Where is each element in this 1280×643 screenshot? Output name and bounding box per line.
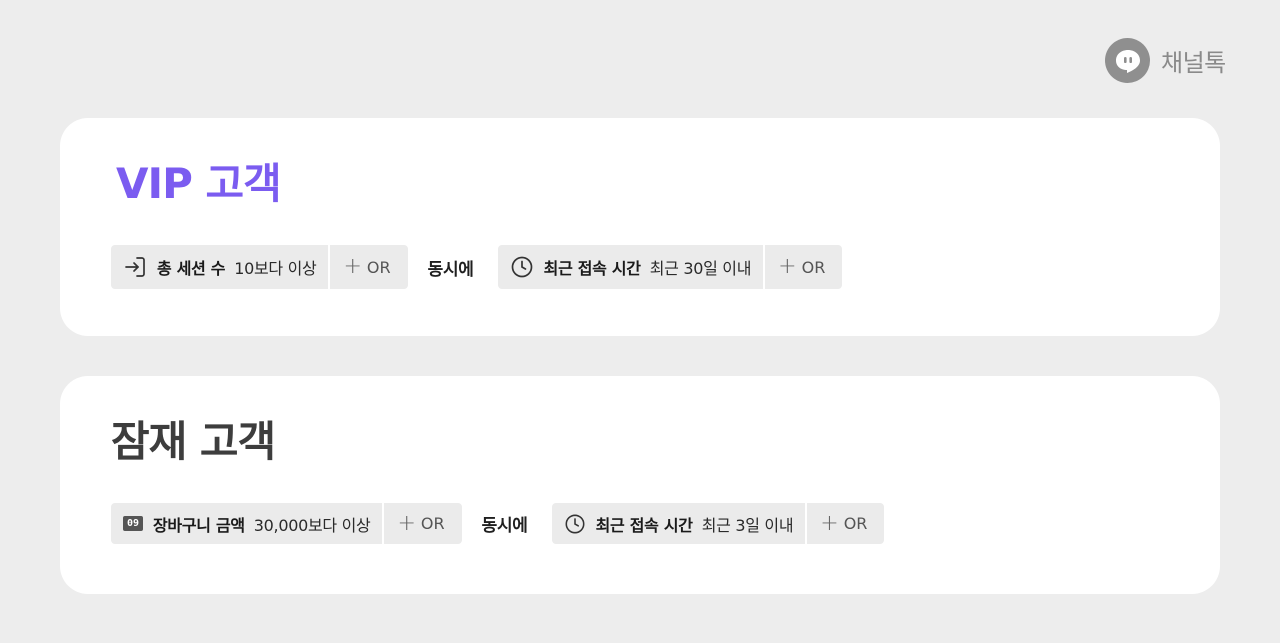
condition-chip[interactable]: 09 장바구니 금액 30,000보다 이상 + OR [111,503,462,544]
condition-filter[interactable]: 최근 접속 시간 최근 3일 이내 [552,503,806,544]
add-or-button[interactable]: + OR [763,245,842,289]
clock-icon [564,513,586,535]
condition-filter[interactable]: 09 장바구니 금액 30,000보다 이상 [111,503,382,544]
condition-chip[interactable]: 총 세션 수 10보다 이상 + OR [111,245,408,289]
clock-icon [510,255,534,279]
condition-key: 장바구니 금액 [153,515,245,535]
segment-title: 잠재 고객 [111,417,276,466]
condition-value: 10보다 이상 [234,259,317,278]
segment-title: VIP 고객 [116,159,282,208]
number-badge-text: 09 [123,516,143,531]
condition-row: 09 장바구니 금액 30,000보다 이상 + OR 동시에 최근 접속 시간 [111,503,885,544]
condition-chip[interactable]: 최근 접속 시간 최근 30일 이내 + OR [497,245,843,289]
join-label: 동시에 [481,516,528,536]
add-or-button[interactable]: + OR [805,503,884,544]
join-label: 동시에 [427,259,474,280]
condition-value: 최근 30일 이내 [649,259,752,278]
condition-chip[interactable]: 최근 접속 시간 최근 3일 이내 + OR [551,503,885,544]
number-badge-icon: 09 [123,516,143,531]
plus-icon: + [778,254,797,279]
condition-row: 총 세션 수 10보다 이상 + OR 동시에 최근 접속 시간 최근 30일 … [111,245,843,289]
sign-in-icon [123,255,147,279]
plus-icon: + [397,510,416,536]
segment-card-potential: 잠재 고객 09 장바구니 금액 30,000보다 이상 + OR 동시에 최근… [60,376,1220,594]
plus-icon: + [820,510,839,536]
or-label: OR [366,257,391,277]
condition-value: 최근 3일 이내 [701,515,794,535]
plus-icon: + [343,254,362,279]
brand: 채널톡 [1105,38,1226,83]
condition-value: 30,000보다 이상 [253,515,371,535]
chat-bubble-icon [1105,38,1150,83]
condition-key: 총 세션 수 [157,259,226,278]
or-label: OR [420,514,445,533]
add-or-button[interactable]: + OR [328,245,407,289]
add-or-button[interactable]: + OR [382,503,461,544]
condition-filter[interactable]: 총 세션 수 10보다 이상 [111,245,328,289]
condition-key: 최근 접속 시간 [595,515,693,535]
brand-name: 채널톡 [1161,49,1226,77]
or-label: OR [843,514,868,533]
segment-card-vip: VIP 고객 총 세션 수 10보다 이상 + OR 동시에 최근 접속 시간 … [60,118,1220,336]
condition-key: 최근 접속 시간 [543,259,641,278]
or-label: OR [801,257,826,277]
condition-filter[interactable]: 최근 접속 시간 최근 30일 이내 [498,245,764,289]
